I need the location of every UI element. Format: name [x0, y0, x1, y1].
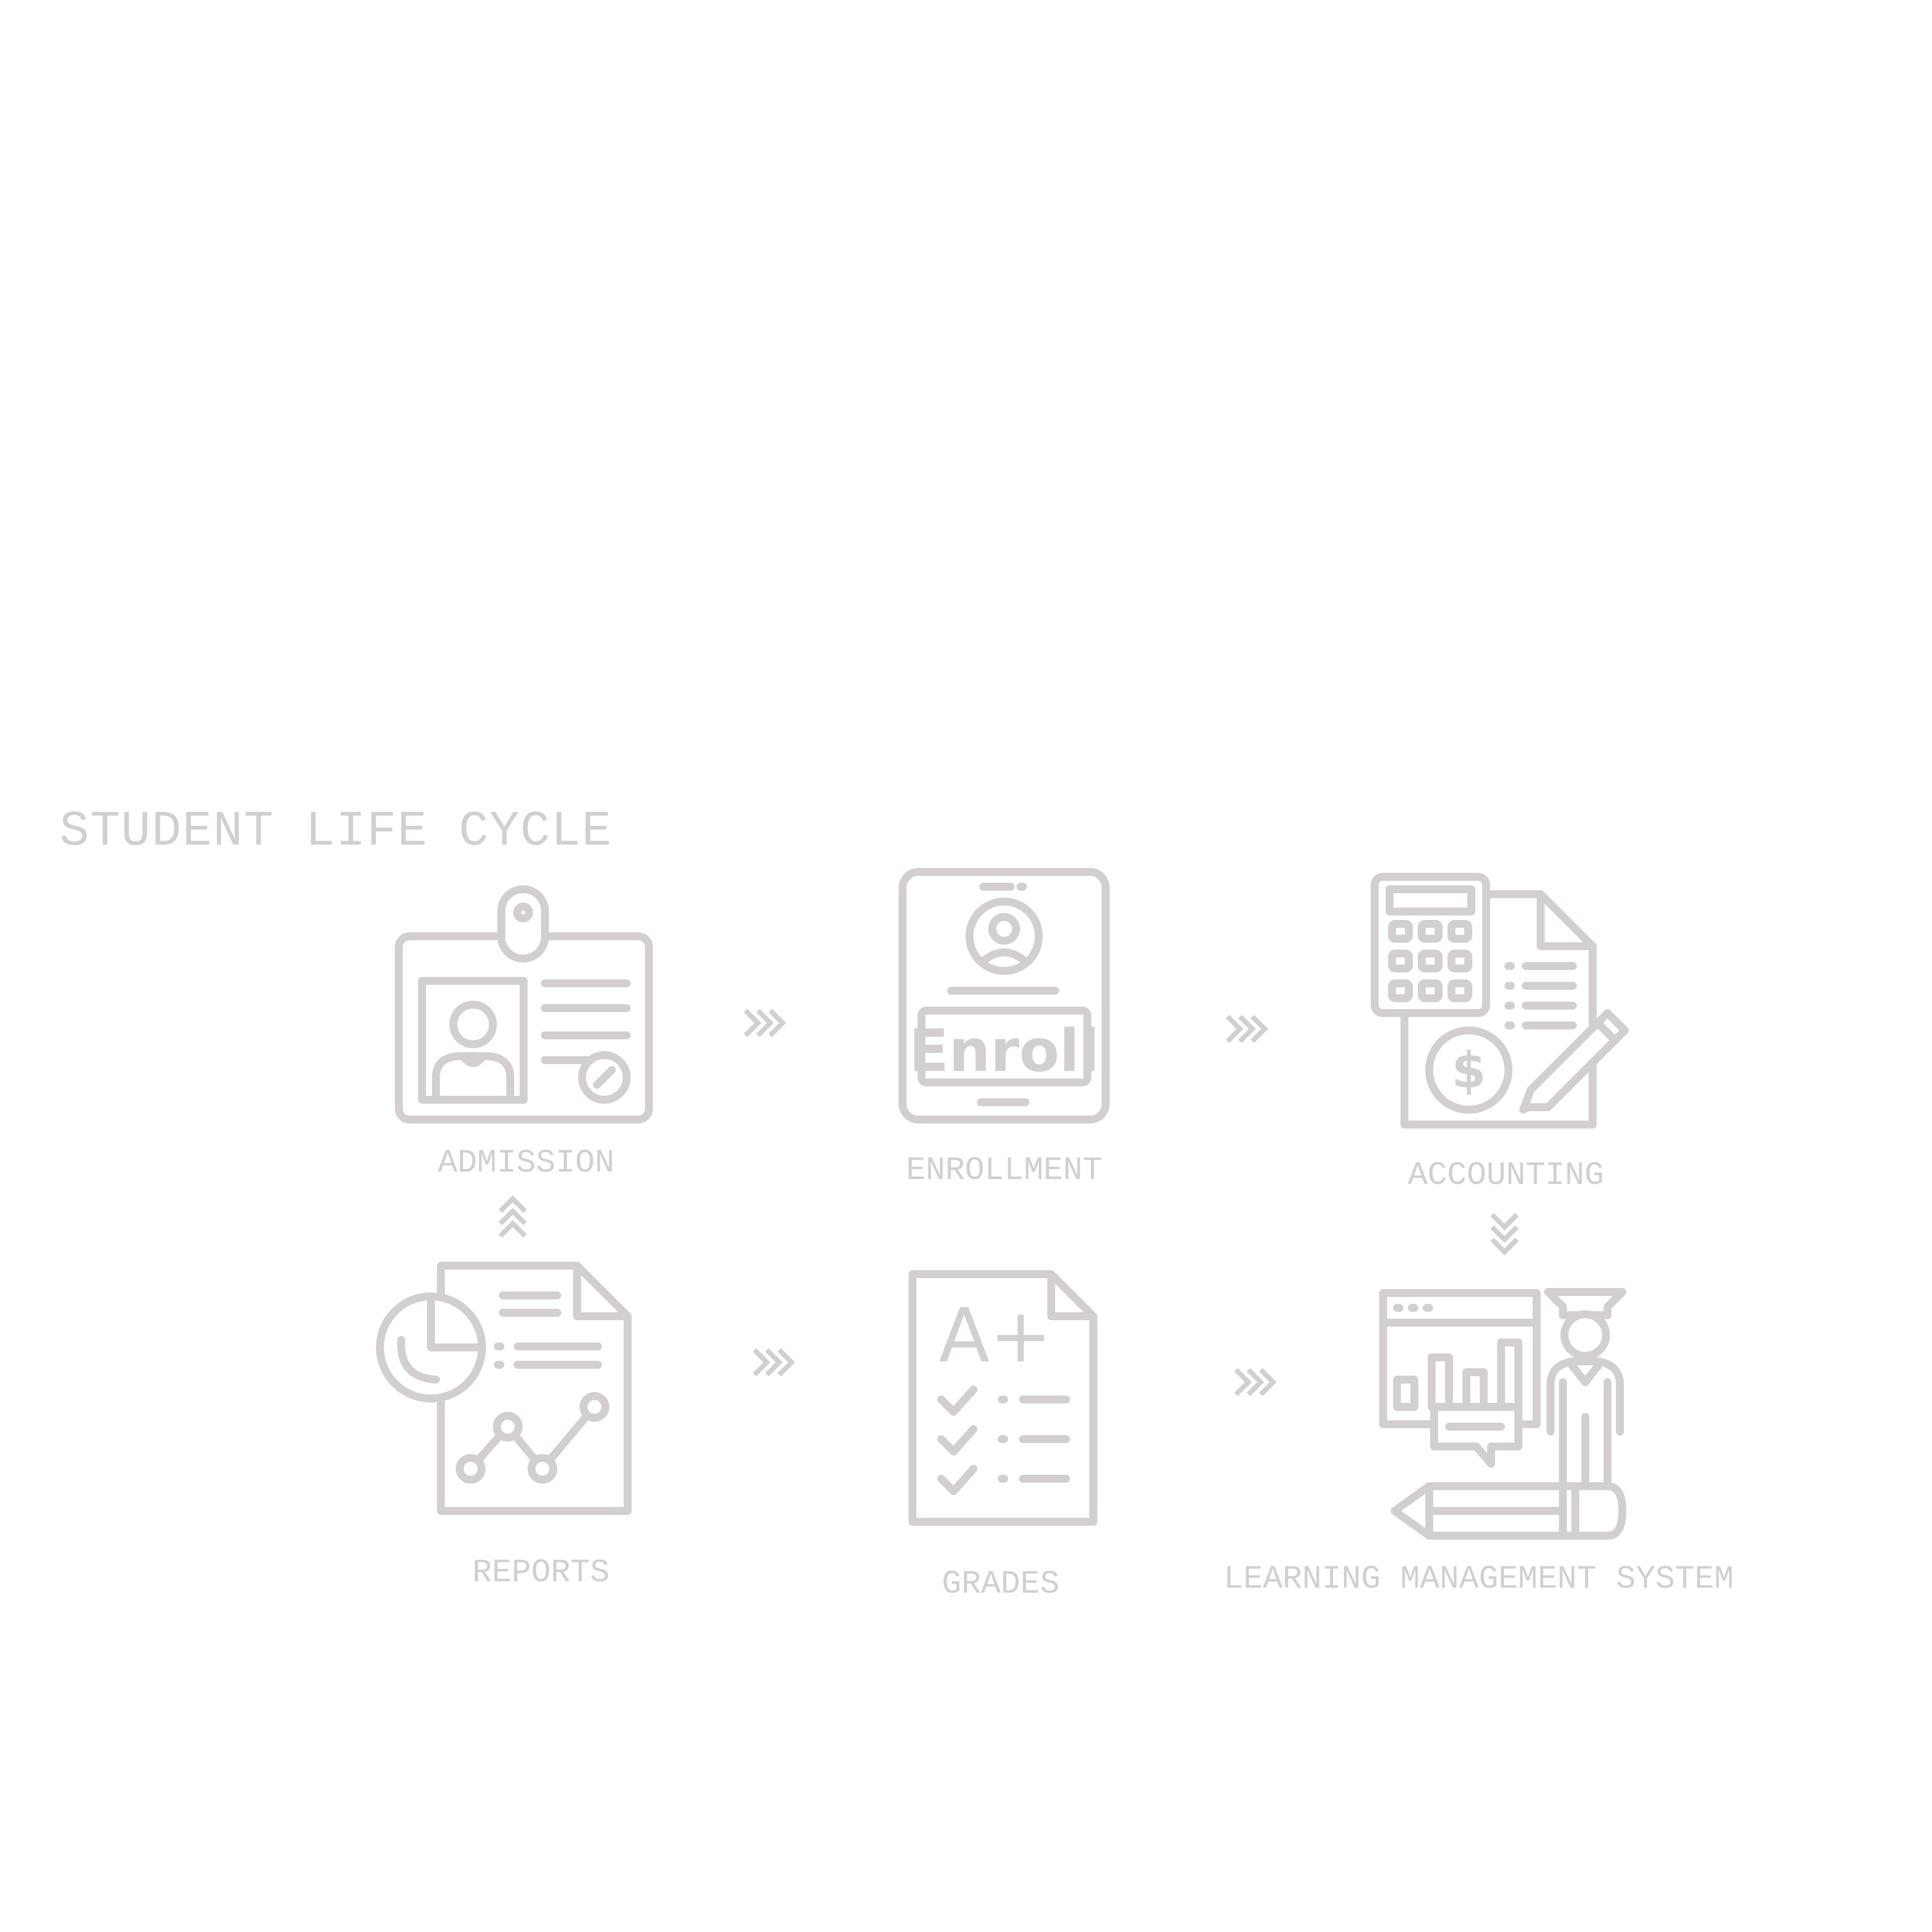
report-chart-icon: [376, 1262, 632, 1515]
step-label-reports: REPORTS: [472, 1554, 609, 1591]
step-label-enrollment: ENROLLMENT: [906, 1152, 1102, 1189]
step-label-admission: ADMISSION: [438, 1144, 614, 1181]
id-badge-icon: [395, 885, 653, 1124]
arrow-admission-to-enrollment: [744, 1009, 787, 1037]
diagram-title: STUDENT LIFE CYCLE: [59, 804, 612, 860]
step-label-accounting: ACCOUNTING: [1408, 1157, 1604, 1194]
arrow-enrollment-to-accounting: [1226, 1015, 1269, 1043]
grade-icon-text: A+: [939, 1293, 1052, 1379]
dollar-icon-text: $: [1451, 1041, 1486, 1099]
step-label-grades: GRADES: [942, 1565, 1060, 1603]
enroll-tablet-icon: Enroll: [899, 868, 1110, 1124]
arrow-reports-to-admission: [498, 1195, 527, 1238]
life-cycle-diagram: STUDENT LIFE CYCLE ADMISSION Enroll ENRO…: [59, 804, 1734, 1603]
arrow-accounting-to-lms: [1490, 1213, 1519, 1256]
graduate-dashboard-icon: [1379, 1288, 1626, 1540]
calculator-invoice-icon: $: [1371, 873, 1629, 1128]
arrow-grades-to-lms: [1234, 1368, 1277, 1396]
step-label-lms: LEARNING MANAGEMENT SYSTEM: [1224, 1560, 1734, 1598]
enroll-icon-text: Enroll: [909, 1017, 1100, 1085]
graded-paper-icon: A+: [909, 1270, 1097, 1526]
arrow-reports-to-grades: [752, 1348, 796, 1377]
